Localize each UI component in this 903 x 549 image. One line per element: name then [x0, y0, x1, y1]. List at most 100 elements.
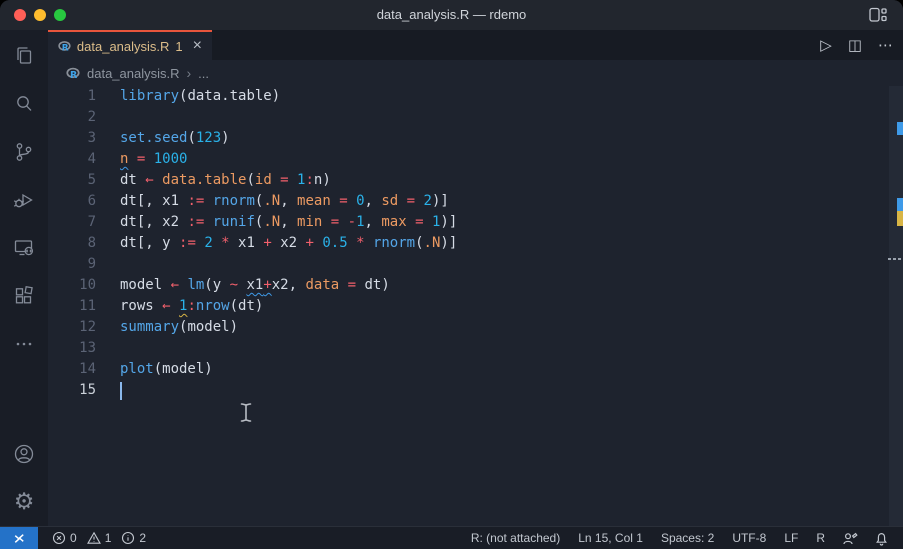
activity-source-control[interactable] — [12, 140, 36, 164]
error-icon — [52, 531, 66, 545]
more-actions-button[interactable]: ⋯ — [878, 36, 893, 54]
line-number[interactable]: 14 — [48, 359, 96, 380]
line-number[interactable]: 1 — [48, 86, 96, 107]
line-content: dt[, y := 2 * x1 + x2 + 0.5 * rnorm(.N)] — [120, 233, 457, 254]
line-number[interactable]: 7 — [48, 212, 96, 233]
line-number[interactable]: 6 — [48, 191, 96, 212]
remote-indicator-button[interactable] — [0, 527, 38, 549]
breadcrumb: R data_analysis.R › ... — [48, 60, 903, 86]
status-r-session[interactable]: R: (not attached) — [462, 531, 569, 545]
activity-bar: ⚙ — [0, 30, 48, 526]
vscode-window: data_analysis.R — rdemo ⚙ R data_analysi… — [0, 0, 903, 549]
svg-text:R: R — [62, 43, 69, 53]
tab-bar: R data_analysis.R 1 × ▷ ◫ ⋯ — [48, 30, 903, 60]
code-editor[interactable]: 1 library(data.table) 23set.seed(123)4 n = … — [48, 86, 889, 526]
line-number[interactable]: 10 — [48, 275, 96, 296]
status-eol[interactable]: LF — [775, 531, 807, 545]
activity-settings[interactable]: ⚙ — [12, 490, 36, 514]
code-line[interactable]: 13 — [48, 338, 889, 359]
line-number[interactable]: 9 — [48, 254, 96, 275]
code-line[interactable]: 4 n = 1000 — [48, 149, 889, 170]
code-line[interactable]: 5 dt ← data.table(id = 1:n) — [48, 170, 889, 191]
svg-text:R: R — [70, 69, 78, 79]
line-content: dt ← data.table(id = 1:n) — [120, 170, 331, 191]
line-number[interactable]: 4 — [48, 149, 96, 170]
editor-actions: ▷ ◫ ⋯ — [820, 30, 893, 60]
code-line[interactable]: 1 library(data.table) — [48, 86, 889, 107]
code-line[interactable]: 14 plot(model) — [48, 359, 889, 380]
status-bar-right: R: (not attached)Ln 15, Col 1Spaces: 2UT… — [462, 531, 834, 545]
tab-close-icon[interactable]: × — [193, 38, 202, 54]
code-line[interactable]: 8 dt[, y := 2 * x1 + x2 + 0.5 * rnorm(.N)… — [48, 233, 889, 254]
status-cursor-position[interactable]: Ln 15, Col 1 — [569, 531, 652, 545]
line-number[interactable]: 8 — [48, 233, 96, 254]
code-line[interactable]: 3set.seed(123) — [48, 128, 889, 149]
activity-account[interactable] — [12, 442, 36, 466]
activity-bar-bottom: ⚙ — [12, 442, 36, 514]
error-count: 0 — [70, 531, 77, 545]
files-icon — [12, 44, 36, 68]
activity-more[interactable] — [12, 332, 36, 356]
settings-gear-icon: ⚙ — [14, 491, 35, 514]
extensions-icon — [12, 284, 36, 308]
code-line[interactable]: 7 dt[, x2 := runif(.N, min = -1, max = 1)… — [48, 212, 889, 233]
line-number[interactable]: 2 — [48, 107, 96, 128]
line-content: dt[, x2 := runif(.N, min = -1, max = 1)] — [120, 212, 457, 233]
search-icon — [12, 92, 36, 116]
code-line[interactable]: 10 model ← lm(y ~ x1+x2, data = dt) — [48, 275, 889, 296]
line-number[interactable]: 15 — [48, 380, 96, 401]
code-line[interactable]: 11 rows ← 1:nrow(dt) — [48, 296, 889, 317]
code-line[interactable]: 6 dt[, x1 := rnorm(.N, mean = 0, sd = 2)] — [48, 191, 889, 212]
overview-ruler-scrollbar[interactable] — [889, 86, 903, 526]
line-number[interactable]: 13 — [48, 338, 96, 359]
code-line[interactable]: 9 — [48, 254, 889, 275]
line-content: n = 1000 — [120, 149, 187, 170]
tab-data-analysis[interactable]: R data_analysis.R 1 × — [48, 30, 212, 60]
tab-dirty-badge: 1 — [175, 39, 182, 54]
run-button[interactable]: ▷ — [820, 36, 832, 54]
feedback-button[interactable] — [834, 531, 866, 546]
remote-icon — [11, 531, 27, 546]
split-editor-button[interactable]: ◫ — [848, 36, 862, 54]
account-icon — [12, 441, 36, 467]
line-content: plot(model) — [120, 359, 213, 380]
text-caret — [120, 382, 122, 400]
status-bar: 0 1 2 R: (not attached)Ln 15, Col 1Space… — [0, 526, 903, 549]
breadcrumb-file[interactable]: data_analysis.R — [87, 66, 180, 81]
line-content: summary(model) — [120, 317, 238, 338]
status-language-mode[interactable]: R — [807, 531, 834, 545]
line-content: rows ← 1:nrow(dt) — [120, 296, 263, 317]
activity-explorer[interactable] — [12, 44, 36, 68]
r-language-icon: R — [58, 39, 71, 54]
remote-explorer-icon — [12, 236, 36, 260]
status-encoding[interactable]: UTF-8 — [723, 531, 775, 545]
editor-group: R data_analysis.R 1 × ▷ ◫ ⋯ R data_analy… — [48, 30, 903, 526]
layout-icon[interactable] — [869, 7, 887, 23]
title-bar: data_analysis.R — rdemo — [0, 0, 903, 30]
breadcrumb-symbol[interactable]: ... — [198, 66, 209, 81]
line-number[interactable]: 3 — [48, 128, 96, 149]
line-number[interactable]: 5 — [48, 170, 96, 191]
line-content: model ← lm(y ~ x1+x2, data = dt) — [120, 275, 390, 296]
activity-search[interactable] — [12, 92, 36, 116]
code-line[interactable]: 15 — [48, 380, 889, 401]
source-control-icon — [12, 140, 36, 164]
activity-run-debug[interactable] — [12, 188, 36, 212]
line-number[interactable]: 11 — [48, 296, 96, 317]
code-line[interactable]: 12 summary(model) — [48, 317, 889, 338]
notifications-button[interactable] — [866, 531, 897, 546]
line-content: library(data.table) — [120, 86, 280, 107]
status-indentation[interactable]: Spaces: 2 — [652, 531, 723, 545]
code-line[interactable]: 2 — [48, 107, 889, 128]
more-icon — [12, 332, 36, 356]
ruler-decoration — [897, 122, 903, 135]
line-content: dt[, x1 := rnorm(.N, mean = 0, sd = 2)] — [120, 191, 449, 212]
problems-summary[interactable]: 0 1 2 — [52, 531, 152, 545]
ruler-cursor-mark — [888, 258, 903, 260]
activity-extensions[interactable] — [12, 284, 36, 308]
ruler-decoration — [897, 198, 903, 211]
activity-bar-top — [12, 30, 36, 356]
activity-remote-explorer[interactable] — [12, 236, 36, 260]
line-number[interactable]: 12 — [48, 317, 96, 338]
feedback-icon — [842, 531, 858, 546]
